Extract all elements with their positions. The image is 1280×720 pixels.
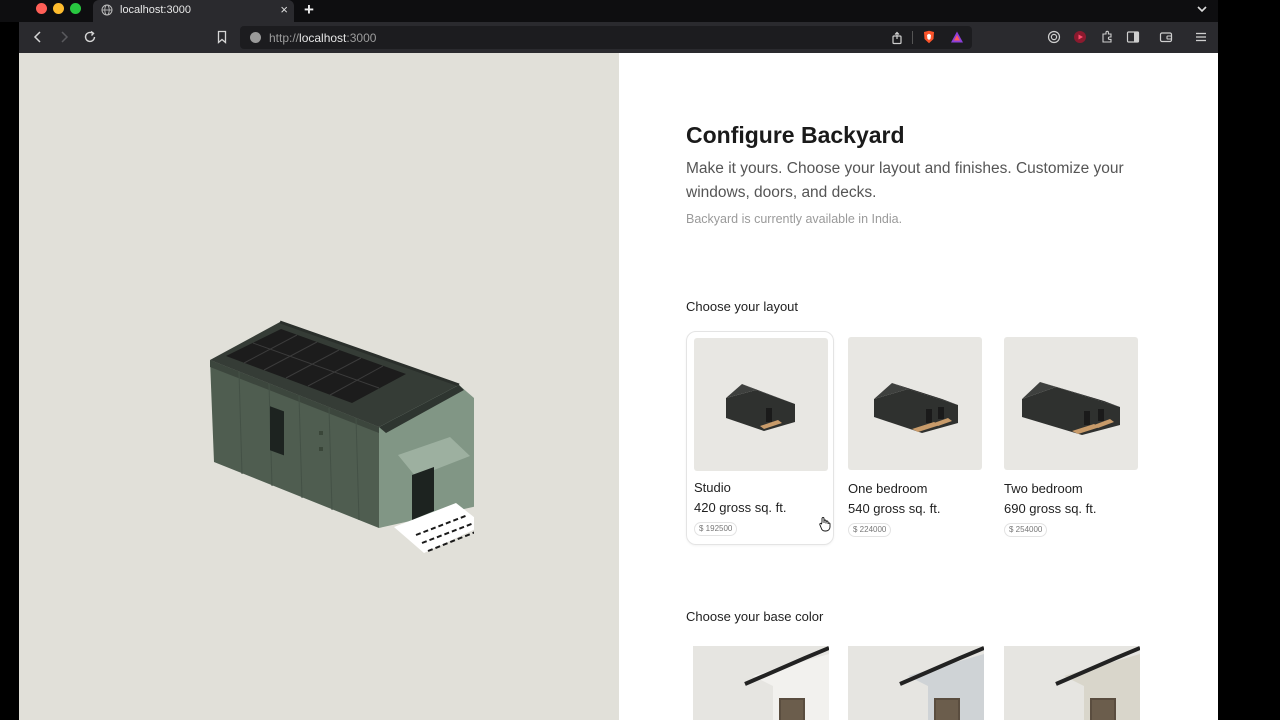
window-close-button[interactable] (36, 3, 47, 14)
color-swatch-image (1055, 646, 1140, 720)
url-divider (912, 31, 913, 44)
layout-name: One bedroom (848, 481, 928, 496)
base-color-option-grey[interactable] (848, 646, 984, 720)
base-color-option-beige[interactable] (1004, 646, 1140, 720)
layout-name: Studio (694, 480, 731, 495)
address-bar[interactable]: http://localhost:3000 (240, 26, 972, 49)
layout-card-studio[interactable]: Studio 420 gross sq. ft. $ 192500 (686, 331, 834, 545)
forward-icon[interactable] (57, 30, 71, 44)
layout-thumbnail (694, 338, 828, 471)
price-badge: $ 192500 (694, 522, 738, 536)
rewards-icon[interactable] (950, 30, 964, 44)
color-swatch-image (899, 646, 984, 720)
layout-card-one-bedroom[interactable]: One bedroom 540 gross sq. ft. $ 224000 (841, 333, 989, 547)
url-text[interactable]: http://localhost:3000 (269, 31, 376, 45)
house-3d-model[interactable] (184, 315, 474, 555)
plus-icon[interactable]: + (304, 0, 314, 20)
chevron-down-icon[interactable] (1196, 2, 1208, 16)
model-preview-pane[interactable] (19, 53, 619, 720)
site-info-icon[interactable] (250, 32, 261, 43)
close-icon[interactable]: × (280, 2, 288, 17)
window-zoom-button[interactable] (70, 3, 81, 14)
bookmark-icon[interactable] (215, 30, 229, 44)
url-host: localhost (299, 31, 347, 45)
page-subtitle: Make it yours. Choose your layout and fi… (686, 160, 1124, 201)
base-color-option-white[interactable] (693, 646, 829, 720)
layout-thumbnail (1004, 337, 1138, 470)
page-title: Configure Backyard (686, 122, 905, 148)
puzzle-icon[interactable] (1100, 30, 1114, 44)
one-bedroom-house-image (874, 383, 958, 433)
brave-shield-icon[interactable] (922, 30, 936, 44)
page-viewport: Configure Backyard Make it yours. Choose… (19, 53, 1218, 720)
window-minimize-button[interactable] (53, 3, 64, 14)
url-port: :3000 (346, 31, 377, 45)
layout-area: 420 gross sq. ft. (694, 500, 787, 515)
reload-icon[interactable] (83, 30, 97, 44)
browser-toolbar: http://localhost:3000 (19, 22, 1218, 53)
price-badge: $ 254000 (1004, 523, 1048, 537)
browser-tab-active[interactable]: localhost:3000 × (93, 0, 294, 22)
globe-icon (101, 4, 113, 16)
share-icon[interactable] (890, 31, 904, 45)
wallet-icon[interactable] (1159, 30, 1173, 44)
layout-area: 540 gross sq. ft. (848, 501, 941, 516)
record-icon[interactable] (1073, 30, 1087, 44)
sidebar-icon[interactable] (1126, 30, 1140, 44)
layout-section-label: Choose your layout (686, 299, 799, 314)
layout-card-two-bedroom[interactable]: Two bedroom 690 gross sq. ft. $ 254000 (997, 333, 1145, 547)
menu-icon[interactable] (1194, 30, 1208, 44)
back-icon[interactable] (31, 30, 45, 44)
two-bedroom-house-image (1022, 382, 1120, 435)
layout-thumbnail (848, 337, 982, 470)
browser-tab-bar: localhost:3000 × + (0, 0, 1218, 22)
price-badge: $ 224000 (848, 523, 892, 537)
layout-area: 690 gross sq. ft. (1004, 501, 1097, 516)
extension-icon[interactable] (1047, 30, 1061, 44)
url-scheme: http:// (269, 31, 300, 45)
color-section-label: Choose your base color (686, 609, 824, 624)
studio-house-image (726, 384, 795, 431)
configurator-panel: Configure Backyard Make it yours. Choose… (619, 53, 1218, 720)
availability-note: Backyard is currently available in India… (686, 212, 903, 226)
cursor-icon (819, 517, 831, 532)
color-swatch-image (744, 646, 829, 720)
tab-title: localhost:3000 (120, 4, 191, 16)
layout-name: Two bedroom (1004, 481, 1083, 496)
